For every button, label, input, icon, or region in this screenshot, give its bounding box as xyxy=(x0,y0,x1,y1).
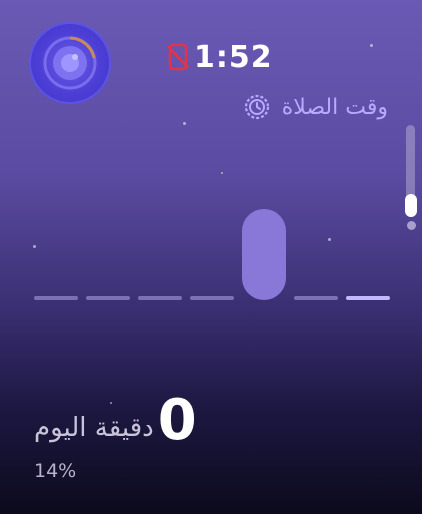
bar-segment[interactable] xyxy=(294,296,338,300)
bar-segment-highlight[interactable] xyxy=(346,296,390,300)
bar-selected-handle[interactable] xyxy=(242,209,286,300)
stats-label: دقيقة اليوم xyxy=(34,413,154,443)
bar-segment[interactable] xyxy=(138,296,182,300)
bar-segment[interactable] xyxy=(86,296,130,300)
bar-selector[interactable] xyxy=(0,0,422,320)
bar-segment[interactable] xyxy=(190,296,234,300)
stats-percent: 14% xyxy=(34,460,77,482)
daily-stats: دقيقة اليوم 0 xyxy=(34,393,197,449)
stats-value: 0 xyxy=(157,388,197,453)
bar-segment[interactable] xyxy=(34,296,78,300)
